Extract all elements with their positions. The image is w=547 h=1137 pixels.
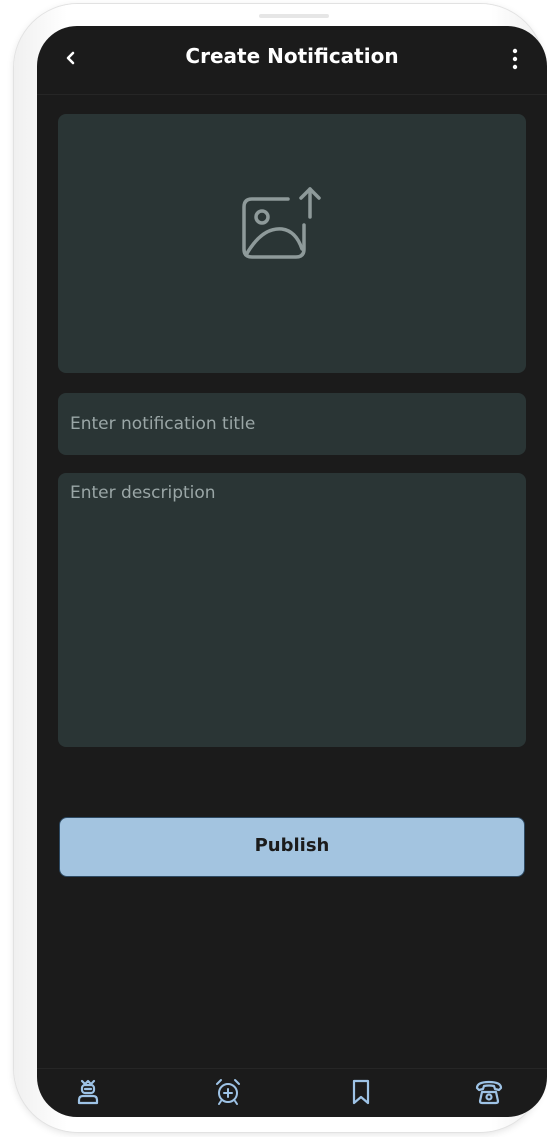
description-input[interactable]: Enter description [58,473,526,747]
publish-button[interactable]: Publish [59,817,525,877]
user-admin-icon[interactable] [73,1077,103,1107]
bottom-navigation [37,1068,547,1117]
app-screen: Create Notification Enter notification t… [37,26,547,1117]
image-upload-icon [242,187,321,259]
app-bar: Create Notification [37,26,547,95]
notification-title-input[interactable]: Enter notification title [58,393,526,455]
page-title: Create Notification [185,44,399,68]
image-upload-area[interactable] [58,114,526,373]
phone-icon[interactable] [474,1077,504,1107]
bookmark-icon[interactable] [346,1077,376,1107]
alarm-add-icon[interactable] [213,1077,243,1107]
more-vertical-icon[interactable] [507,46,523,72]
phone-speaker [259,14,329,18]
